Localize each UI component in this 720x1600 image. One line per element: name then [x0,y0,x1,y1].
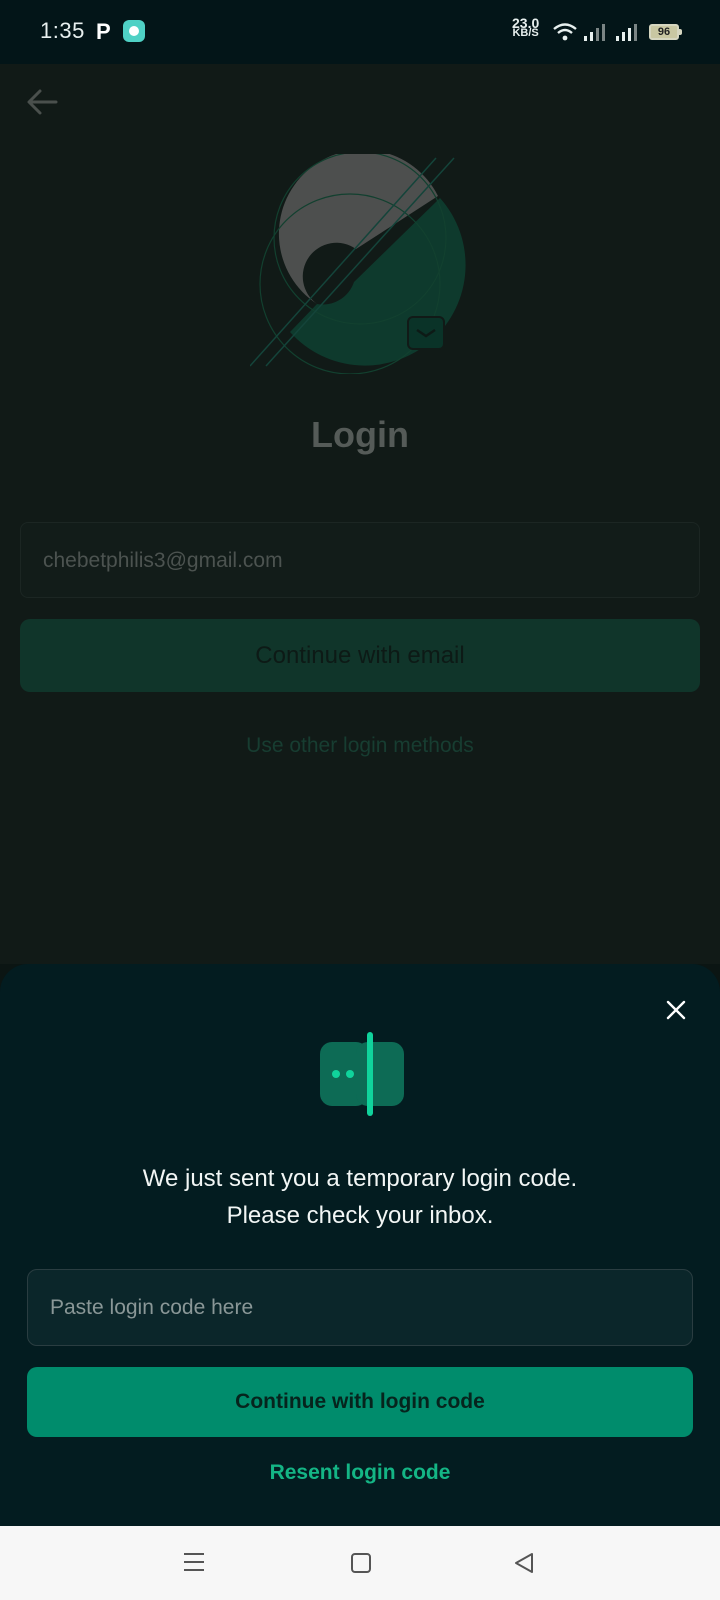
battery-icon: 96 [649,24,682,40]
continue-with-email-label: Continue with email [255,642,465,669]
home-icon[interactable] [351,1553,371,1573]
status-time: 1:35 [40,18,85,43]
network-speed: 23.0 KB/S [512,16,539,39]
login-code-icon [320,1032,404,1116]
login-screen: Login chebetphilis3@gmail.com Continue w… [0,64,720,964]
close-icon[interactable] [662,996,690,1024]
continue-with-login-code-label: Continue with login code [235,1390,485,1413]
status-bar: 1:35 P 23.0 KB/S 96 [0,0,720,64]
email-value: chebetphilis3@gmail.com [43,549,283,572]
signal-icon [584,24,605,41]
other-login-methods-link[interactable]: Use other login methods [0,734,720,758]
email-field[interactable]: chebetphilis3@gmail.com [20,522,700,598]
login-code-sheet: We just sent you a temporary login code.… [0,964,720,1526]
login-code-field[interactable] [27,1269,693,1346]
notification-p-icon: P [96,19,111,44]
arrow-left-icon[interactable] [26,88,58,116]
login-code-input[interactable] [28,1270,692,1345]
signal-icon [616,24,637,41]
recent-apps-icon[interactable] [183,1551,205,1573]
resend-login-code-link[interactable]: Resent login code [0,1461,720,1485]
sheet-message-line1: We just sent you a temporary login code. [142,1165,578,1192]
continue-with-login-code-button[interactable]: Continue with login code [27,1367,693,1437]
system-nav-bar [0,1526,720,1600]
app-logo [250,154,466,374]
network-speed-unit: KB/S [512,27,539,39]
back-triangle-icon[interactable] [513,1552,535,1574]
sheet-message: We just sent you a temporary login code.… [0,1160,720,1234]
chat-app-icon [123,20,145,42]
wifi-icon [553,23,577,41]
continue-with-email-button[interactable]: Continue with email [20,619,700,692]
page-title: Login [311,414,409,455]
sheet-message-line2: Please check your inbox. [226,1202,494,1229]
